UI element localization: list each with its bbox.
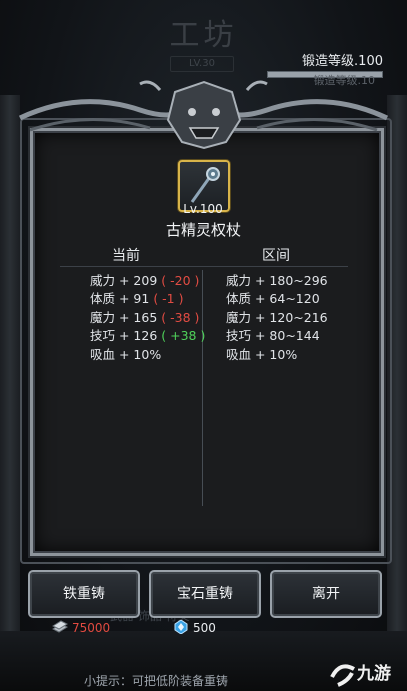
stat-label: 体质 + 91	[90, 291, 150, 307]
range-column-header: 区间	[262, 248, 290, 264]
tip-text: 小提示：可把低阶装备重铸	[84, 674, 229, 688]
stat-row: 魔力 + 165 ( -38 )	[90, 309, 205, 327]
range-row: 体质 + 64~120	[226, 291, 320, 307]
stat-label: 吸血 + 10%	[90, 346, 162, 362]
item-name: 古精灵权杖	[165, 221, 241, 239]
range-row: 吸血 + 10%	[226, 346, 298, 362]
watermark-text: 九游	[357, 664, 391, 684]
stat-delta: ( -1 )	[153, 291, 184, 307]
gem-recast-button[interactable]: 宝石重铸	[149, 570, 261, 618]
range-row: 技巧 + 80~144	[226, 328, 320, 344]
background-level-badge: LV.30	[170, 56, 234, 72]
range-row: 威力 + 180~296	[226, 273, 328, 288]
gem-icon	[174, 620, 188, 634]
ornate-header-icon	[18, 80, 389, 150]
current-stats: 威力 + 209 ( -20 ) 体质 + 91 ( -1 ) 魔力 + 165…	[90, 272, 205, 364]
left-pillar	[0, 95, 20, 655]
header-divider	[60, 266, 348, 267]
stat-row: 吸血 + 10%	[90, 346, 205, 364]
stat-row: 威力 + 209 ( -20 )	[90, 272, 205, 290]
leave-button[interactable]: 离开	[270, 570, 382, 618]
current-column-header: 当前	[112, 248, 140, 264]
forge-level-label: 锻造等级.100	[302, 54, 383, 69]
gem-amount: 500	[193, 621, 216, 635]
iron-icon	[52, 620, 68, 633]
range-stats: 威力 + 180~296 体质 + 64~120 魔力 + 120~216 技巧…	[226, 272, 328, 364]
stat-delta: ( -38 )	[161, 309, 200, 325]
stat-label: 魔力 + 165	[90, 309, 158, 325]
stat-row: 技巧 + 126 ( +38 )	[90, 327, 205, 345]
iron-recast-button[interactable]: 铁重铸	[28, 570, 140, 618]
range-row: 魔力 + 120~216	[226, 309, 328, 325]
stat-delta: ( +38 )	[161, 328, 206, 344]
iron-amount: 75000	[72, 621, 111, 635]
background-title: 工坊	[169, 18, 238, 53]
stat-label: 技巧 + 126	[90, 328, 158, 344]
stat-label: 威力 + 209	[90, 273, 158, 288]
stat-row: 体质 + 91 ( -1 )	[90, 290, 205, 308]
stat-delta: ( -20 )	[161, 273, 200, 288]
item-level: Lv.100	[183, 202, 223, 216]
